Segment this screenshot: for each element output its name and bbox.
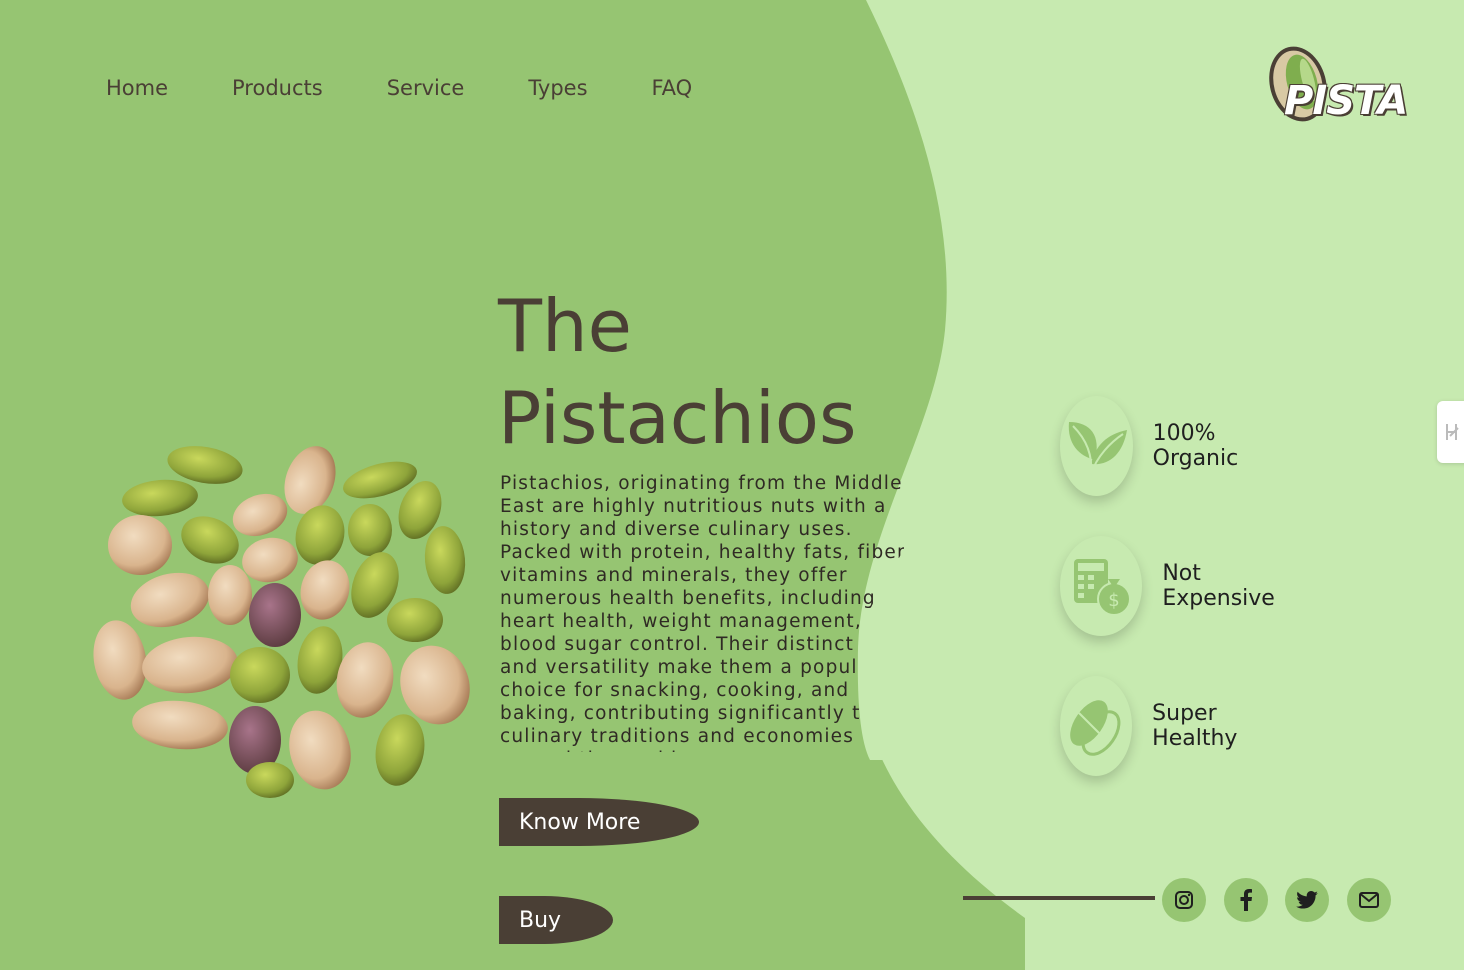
svg-text:$: $	[1108, 590, 1119, 611]
hero-title: The Pistachios	[498, 280, 857, 464]
money-bag-icon: $	[1060, 536, 1143, 636]
feature-super-healthy: Super Healthy	[1060, 676, 1265, 776]
nav-home[interactable]: Home	[106, 76, 168, 100]
twitter-icon[interactable]	[1285, 878, 1329, 922]
nav-faq[interactable]: FAQ	[652, 76, 693, 100]
feature-not-expensive: $ Not Expensive	[1060, 536, 1292, 636]
feature-label-not-expensive: Not Expensive	[1162, 561, 1275, 611]
hero-title-line2: Pistachios	[498, 376, 857, 460]
feature-organic: 100% Organic	[1060, 396, 1266, 496]
nav-types[interactable]: Types	[528, 76, 587, 100]
side-widget-tab[interactable]	[1437, 401, 1464, 463]
nav-service[interactable]: Service	[387, 76, 465, 100]
feature-label-organic: 100% Organic	[1152, 421, 1239, 471]
feature-label-super-healthy: Super Healthy	[1152, 701, 1238, 751]
social-divider	[963, 896, 1155, 900]
pistachio-icon	[1060, 676, 1133, 776]
nav-products[interactable]: Products	[232, 76, 323, 100]
leaf-icon	[1060, 396, 1133, 496]
main-navigation: Home Products Service Types FAQ	[106, 76, 692, 100]
mail-icon[interactable]	[1347, 878, 1391, 922]
pistachio-pile-image	[93, 446, 470, 798]
instagram-icon[interactable]	[1162, 878, 1206, 922]
hero-description-clip: Pistachios, originating from the Middle …	[500, 472, 904, 752]
widget-handle-icon	[1446, 424, 1459, 440]
hero-description: Pistachios, originating from the Middle …	[500, 473, 904, 752]
panel-edge-overlay	[857, 460, 950, 760]
pista-logo[interactable]: PISTA	[1264, 44, 1408, 134]
logo-wordmark: PISTA	[1284, 78, 1408, 124]
facebook-icon[interactable]	[1224, 878, 1268, 922]
hero-title-line1: The	[498, 284, 632, 368]
